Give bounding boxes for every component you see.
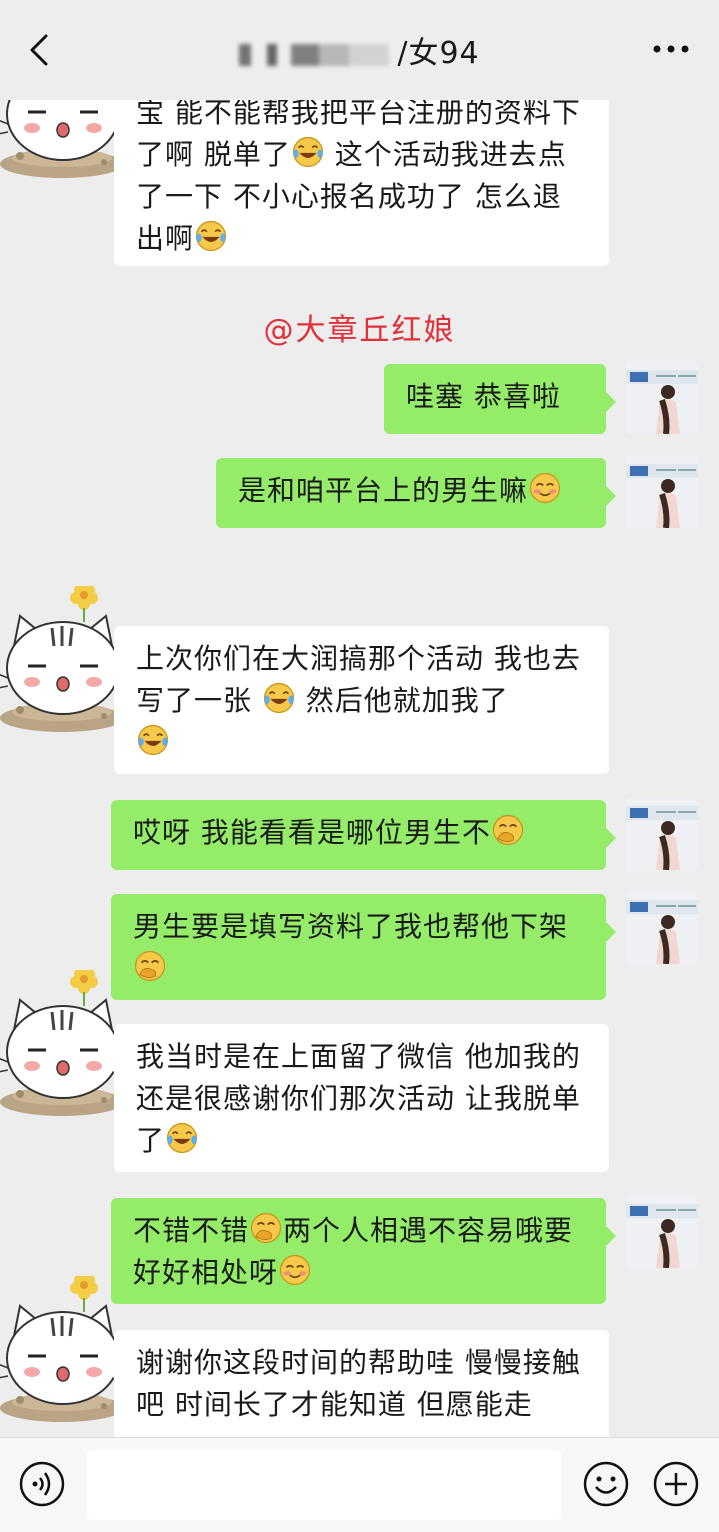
hand-over-mouth-emoji-icon — [491, 813, 525, 847]
self-avatar[interactable] — [626, 362, 698, 434]
message-bubble-incoming[interactable]: 上次你们在大润搞那个活动 我也去写了一张 然后他就加我了 — [104, 626, 609, 774]
message-bubble-outgoing[interactable]: 不错不错 两个人相遇不容易哦要好好相处呀 — [111, 1198, 616, 1304]
message-bubble-outgoing[interactable]: 哎呀 我能看看是哪位男生不 — [111, 800, 616, 870]
message-text: 不错不错 — [133, 1214, 250, 1247]
message-bubble-incoming[interactable]: 宝 能不能帮我把平台注册的资料下了啊 脱单了 这个活动我进去点了一下 不小心报名… — [104, 80, 609, 266]
self-avatar[interactable] — [626, 892, 698, 964]
emoji-icon[interactable] — [582, 1460, 630, 1508]
plus-icon[interactable] — [652, 1460, 700, 1508]
laugh-tears-emoji-icon — [194, 219, 228, 253]
smile-blush-emoji-icon — [528, 471, 562, 505]
chat-header: /女94 — [0, 0, 719, 100]
smile-blush-emoji-icon — [278, 1253, 312, 1287]
laugh-tears-emoji-icon — [136, 723, 170, 757]
laugh-tears-emoji-icon — [291, 135, 325, 169]
self-avatar[interactable] — [626, 1196, 698, 1268]
message-text: 哎呀 我能看看是哪位男生不 — [133, 816, 491, 849]
mention-text[interactable]: @大章丘红娘 — [0, 305, 719, 349]
self-avatar[interactable] — [626, 456, 698, 528]
message-bubble-outgoing[interactable]: 哇塞 恭喜啦 — [384, 364, 616, 434]
message-bubble-outgoing[interactable]: 是和咱平台上的男生嘛 — [216, 458, 616, 528]
more-dots-icon[interactable] — [651, 34, 691, 64]
hand-over-mouth-emoji-icon — [249, 1211, 283, 1245]
chat-area: 宝 能不能帮我把平台注册的资料下了啊 脱单了 这个活动我进去点了一下 不小心报名… — [0, 0, 719, 1531]
redacted-name — [239, 43, 390, 66]
self-avatar[interactable] — [626, 798, 698, 870]
message-text: 是和咱平台上的男生嘛 — [238, 474, 529, 507]
message-bubble-incoming[interactable]: 我当时是在上面留了微信 他加我的 还是很感谢你们那次活动 让我脱单了 — [104, 1024, 609, 1172]
laugh-tears-emoji-icon — [262, 681, 296, 715]
laugh-tears-emoji-icon — [165, 1121, 199, 1155]
message-text: 然后他就加我了 — [295, 684, 509, 717]
message-input[interactable] — [86, 1450, 562, 1520]
chat-title: /女94 — [0, 28, 719, 72]
message-text: 谢谢你这段时间的帮助哇 慢慢接触吧 时间长了才能知道 但愿能走 — [136, 1346, 581, 1421]
voice-icon[interactable] — [18, 1460, 66, 1508]
message-text: 我当时是在上面留了微信 他加我的 还是很感谢你们那次活动 让我脱单了 — [136, 1040, 581, 1157]
input-toolbar — [0, 1437, 719, 1532]
message-bubble-outgoing[interactable]: 男生要是填写资料了我也帮他下架 — [111, 894, 616, 1000]
message-text: 哇塞 恭喜啦 — [406, 380, 561, 413]
chat-title-text: /女94 — [397, 36, 480, 71]
message-text: 男生要是填写资料了我也帮他下架 — [133, 910, 569, 943]
